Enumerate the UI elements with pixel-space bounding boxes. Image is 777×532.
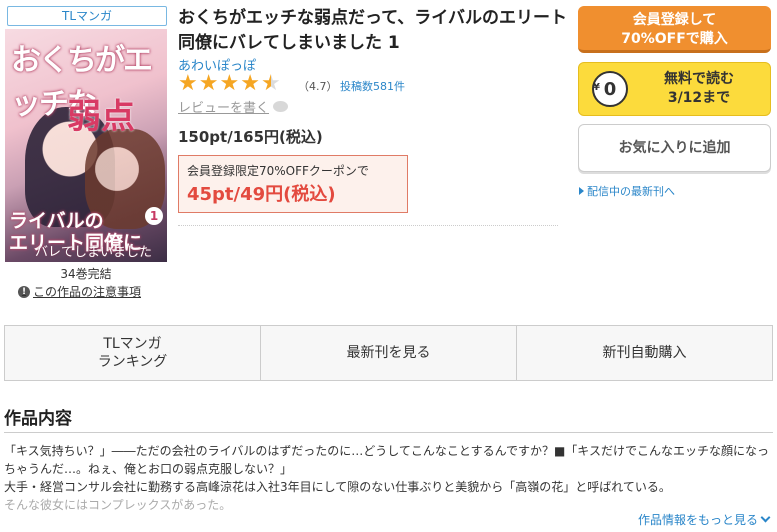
price: 150pt/165円(税込) bbox=[178, 128, 323, 146]
write-review-label[interactable]: レビューを書く bbox=[178, 97, 269, 116]
star-half-icon: ★ bbox=[260, 71, 281, 96]
cover-subtitle-tail: バレてしまいました bbox=[35, 245, 153, 260]
star-icon: ★ bbox=[198, 71, 219, 96]
write-review-link[interactable]: レビューを書く bbox=[178, 97, 289, 116]
notice-link-label[interactable]: この作品の注意事項 bbox=[33, 283, 141, 300]
rating-value: （4.7） bbox=[298, 80, 338, 93]
register-purchase-button[interactable]: 会員登録して 70%OFFで購入 bbox=[578, 6, 771, 53]
book-title: おくちがエッチな弱点だって、ライバルのエリート同僚にバレてしまいました 1 bbox=[178, 8, 567, 53]
star-icon: ★ bbox=[219, 71, 240, 96]
cover-title-weak-point: 弱点 bbox=[67, 97, 135, 137]
coupon-price: 45pt/49円(税込) bbox=[187, 184, 336, 205]
yen-coin-icon: ¥ 0 bbox=[592, 71, 628, 107]
notice-link[interactable]: ! この作品の注意事項 bbox=[18, 283, 141, 300]
divider bbox=[178, 225, 558, 226]
chevron-down-icon bbox=[760, 512, 771, 523]
show-more-link[interactable]: 作品情報をもっと見る bbox=[638, 511, 771, 528]
view-latest-button[interactable]: 最新刊を見る bbox=[261, 326, 517, 380]
auto-purchase-button[interactable]: 新刊自動購入 bbox=[517, 326, 772, 380]
triangle-right-icon bbox=[579, 187, 584, 195]
section-title: 作品内容 bbox=[4, 409, 72, 429]
cover-volume-badge: 1 bbox=[145, 207, 163, 225]
genre-tag[interactable]: TLマンガ bbox=[7, 6, 167, 26]
read-free-button[interactable]: ¥ 0 無料で読む 3/12まで bbox=[578, 62, 771, 116]
star-icon: ★ bbox=[240, 71, 260, 96]
divider bbox=[4, 432, 773, 433]
star-icon: ★ bbox=[178, 71, 198, 96]
coupon-label: 会員登録限定70%OFFクーポンで bbox=[187, 164, 369, 178]
coupon-box: 会員登録限定70%OFFクーポンで 45pt/49円(税込) bbox=[178, 155, 408, 213]
description: 「キス気持ちい？」――ただの会社のライバルのはずだったのに…どうしてこんなことす… bbox=[4, 444, 769, 512]
cover-image[interactable]: おくちがエッチな 弱点 1 ライバルの エリート同僚に バレてしまいました bbox=[5, 29, 167, 262]
read-free-label: 無料で読む 3/12まで bbox=[664, 71, 734, 106]
speech-bubble-icon bbox=[273, 101, 289, 112]
post-count-link[interactable]: 投稿数581件 bbox=[340, 78, 405, 94]
ranking-button[interactable]: TLマンガ ランキング bbox=[5, 326, 261, 380]
rating-stars: ★ ★ ★ ★ ★ bbox=[178, 72, 281, 96]
add-favorite-button[interactable]: お気に入りに追加 bbox=[578, 124, 771, 172]
action-bar: TLマンガ ランキング 最新刊を見る 新刊自動購入 bbox=[4, 325, 773, 381]
volume-count: 34巻完結 bbox=[60, 267, 112, 281]
latest-volume-link[interactable]: 配信中の最新刊へ bbox=[579, 183, 675, 199]
info-icon: ! bbox=[18, 285, 30, 298]
